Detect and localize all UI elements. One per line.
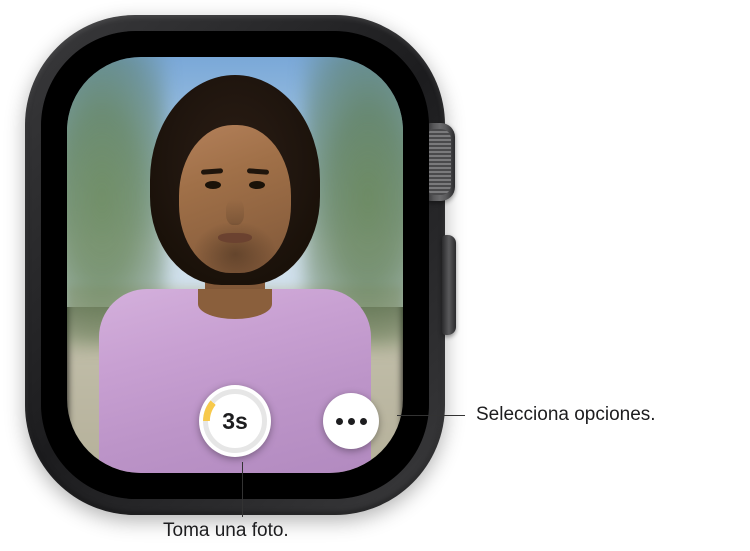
more-options-button[interactable] (323, 393, 379, 449)
more-icon (336, 418, 343, 425)
watch-case: 3s (25, 15, 445, 515)
digital-crown[interactable] (425, 123, 455, 201)
callout-label-shutter: Toma una foto. (163, 520, 289, 542)
watch-screen: 3s (67, 57, 403, 473)
callout-line-shutter (242, 462, 243, 517)
watch-side-button[interactable] (442, 235, 456, 335)
callout-line-options (397, 415, 465, 416)
shutter-button[interactable]: 3s (199, 385, 271, 457)
more-icon (360, 418, 367, 425)
callout-label-options: Selecciona opciones. (476, 404, 656, 426)
shutter-timer-label: 3s (212, 398, 258, 444)
more-icon (348, 418, 355, 425)
watch-bezel: 3s (41, 31, 429, 499)
